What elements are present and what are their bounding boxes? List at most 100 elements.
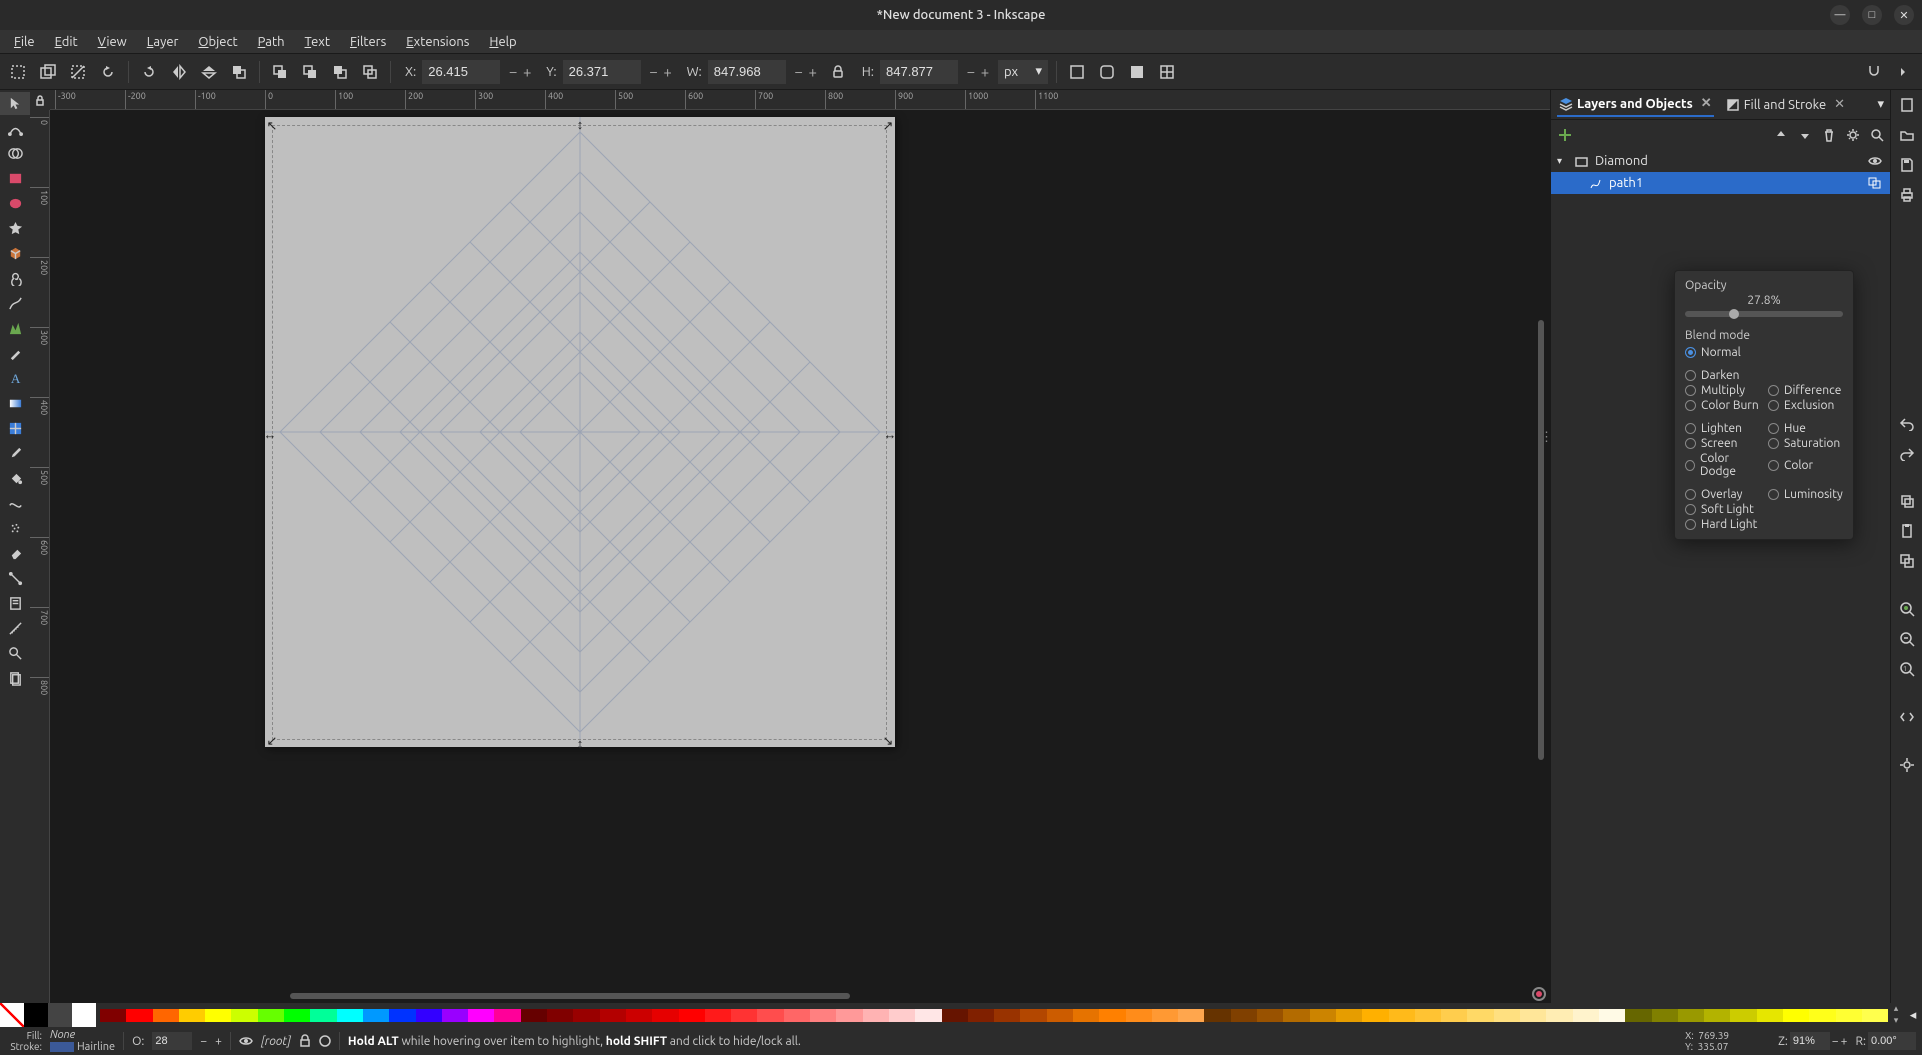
palette-color[interactable] <box>1599 1009 1625 1022</box>
palette-color[interactable] <box>968 1009 994 1022</box>
scale-stroke-icon[interactable] <box>1065 60 1089 84</box>
redo-icon[interactable] <box>1891 440 1922 466</box>
palette-color[interactable] <box>547 1009 573 1022</box>
select-all-layers-icon[interactable] <box>36 60 60 84</box>
undo-icon[interactable] <box>1891 410 1922 436</box>
palette-color[interactable] <box>1415 1009 1441 1022</box>
palette-color[interactable] <box>1836 1009 1862 1022</box>
opacity-slider[interactable] <box>1685 311 1843 317</box>
palette-color[interactable] <box>1809 1009 1835 1022</box>
palette-color[interactable] <box>652 1009 678 1022</box>
blend-mode-indicator-icon[interactable] <box>1868 177 1884 189</box>
blend-mode-multiply[interactable]: Multiply <box>1685 384 1760 397</box>
lower-icon[interactable] <box>298 60 322 84</box>
eraser-tool[interactable] <box>0 542 30 565</box>
bezier-tool[interactable] <box>0 317 30 340</box>
blend-mode-hard-light[interactable]: Hard Light <box>1685 518 1760 531</box>
copy-icon[interactable] <box>1891 488 1922 514</box>
y-inc[interactable]: + <box>661 60 675 84</box>
pages-tool[interactable] <box>0 667 30 690</box>
palette-color[interactable] <box>494 1009 520 1022</box>
add-layer-icon[interactable] <box>1557 127 1573 143</box>
h-input[interactable] <box>880 60 958 84</box>
palette-color[interactable] <box>810 1009 836 1022</box>
palette-color[interactable] <box>179 1009 205 1022</box>
move-patterns-icon[interactable] <box>1155 60 1179 84</box>
menu-layer[interactable]: Layer <box>139 32 187 52</box>
fill-value[interactable]: None <box>50 1029 115 1041</box>
print-icon[interactable] <box>1891 182 1922 208</box>
palette-swatch[interactable] <box>0 1003 24 1027</box>
flip-h-icon[interactable] <box>167 60 191 84</box>
palette-color[interactable] <box>731 1009 757 1022</box>
blend-mode-luminosity[interactable]: Luminosity <box>1768 488 1843 501</box>
menu-path[interactable]: Path <box>250 32 293 52</box>
dropper-tool[interactable] <box>0 442 30 465</box>
tab-fill-stroke[interactable]: Fill and Stroke ✕ <box>1724 93 1847 116</box>
palette-color[interactable] <box>1204 1009 1230 1022</box>
palette-color[interactable] <box>1441 1009 1467 1022</box>
node-tool[interactable] <box>0 117 30 140</box>
selection-rectangle[interactable] <box>272 125 887 740</box>
palette-strip[interactable] <box>100 1009 1888 1022</box>
palette-color[interactable] <box>1783 1009 1809 1022</box>
menu-extensions[interactable]: Extensions <box>398 32 477 52</box>
raise-top-icon[interactable] <box>227 60 251 84</box>
status-opacity-input[interactable] <box>152 1032 192 1050</box>
w-input[interactable] <box>708 60 786 84</box>
palette-color[interactable] <box>994 1009 1020 1022</box>
snap-toggle-icon[interactable] <box>1862 60 1886 84</box>
spiral-tool[interactable] <box>0 267 30 290</box>
status-opacity-dec[interactable]: − <box>200 1035 207 1048</box>
palette-color[interactable] <box>363 1009 389 1022</box>
palette-color[interactable] <box>1757 1009 1783 1022</box>
palette-color[interactable] <box>757 1009 783 1022</box>
palette-color[interactable] <box>205 1009 231 1022</box>
palette-color[interactable] <box>258 1009 284 1022</box>
tab-layers-objects[interactable]: Layers and Objects ✕ <box>1557 92 1714 117</box>
palette-color[interactable] <box>915 1009 941 1022</box>
layer-lock-status-icon[interactable] <box>299 1034 311 1048</box>
save-doc-icon[interactable] <box>1891 152 1922 178</box>
select-all-icon[interactable] <box>6 60 30 84</box>
palette-color[interactable] <box>1126 1009 1152 1022</box>
sel-handle-w[interactable]: ↔ <box>264 428 276 440</box>
palette-color[interactable] <box>1730 1009 1756 1022</box>
palette-color[interactable] <box>126 1009 152 1022</box>
palette-color[interactable] <box>1336 1009 1362 1022</box>
palette-color[interactable] <box>889 1009 915 1022</box>
dock-grip-icon[interactable]: ⋮ <box>1540 430 1550 445</box>
snap-options-icon[interactable] <box>1892 60 1916 84</box>
zoom-drawing-icon[interactable] <box>1891 626 1922 652</box>
palette-color[interactable] <box>1467 1009 1493 1022</box>
blend-mode-lighten[interactable]: Lighten <box>1685 422 1760 435</box>
zoom-page-icon[interactable]: 1 <box>1891 656 1922 682</box>
color-wheel-icon[interactable] <box>1532 987 1546 1001</box>
blend-mode-difference[interactable]: Difference <box>1768 384 1843 397</box>
layer-down-icon[interactable] <box>1798 128 1812 142</box>
palette-color[interactable] <box>1099 1009 1125 1022</box>
prefs-icon[interactable] <box>1891 752 1922 778</box>
flip-v-icon[interactable] <box>197 60 221 84</box>
blend-mode-saturation[interactable]: Saturation <box>1768 437 1843 450</box>
palette-color[interactable] <box>442 1009 468 1022</box>
maximize-button[interactable]: □ <box>1862 5 1882 25</box>
open-doc-icon[interactable] <box>1891 122 1922 148</box>
x-input[interactable] <box>422 60 500 84</box>
palette-color[interactable] <box>1573 1009 1599 1022</box>
raise-icon[interactable] <box>268 60 292 84</box>
palette-color[interactable] <box>705 1009 731 1022</box>
layer-menu-status-icon[interactable] <box>319 1035 331 1047</box>
blend-mode-normal[interactable]: Normal <box>1685 346 1760 359</box>
palette-color[interactable] <box>679 1009 705 1022</box>
menu-object[interactable]: Object <box>190 32 245 52</box>
palette-color[interactable] <box>1152 1009 1178 1022</box>
zoom-selection-icon[interactable] <box>1891 596 1922 622</box>
palette-color[interactable] <box>284 1009 310 1022</box>
palette-scroll-up-icon[interactable]: ▴ <box>1888 1003 1904 1015</box>
palette-color[interactable] <box>100 1009 126 1022</box>
palette-color[interactable] <box>153 1009 179 1022</box>
palette-swatch[interactable] <box>72 1003 96 1027</box>
zoom-inc[interactable]: + <box>1841 1035 1848 1048</box>
palette-color[interactable] <box>573 1009 599 1022</box>
